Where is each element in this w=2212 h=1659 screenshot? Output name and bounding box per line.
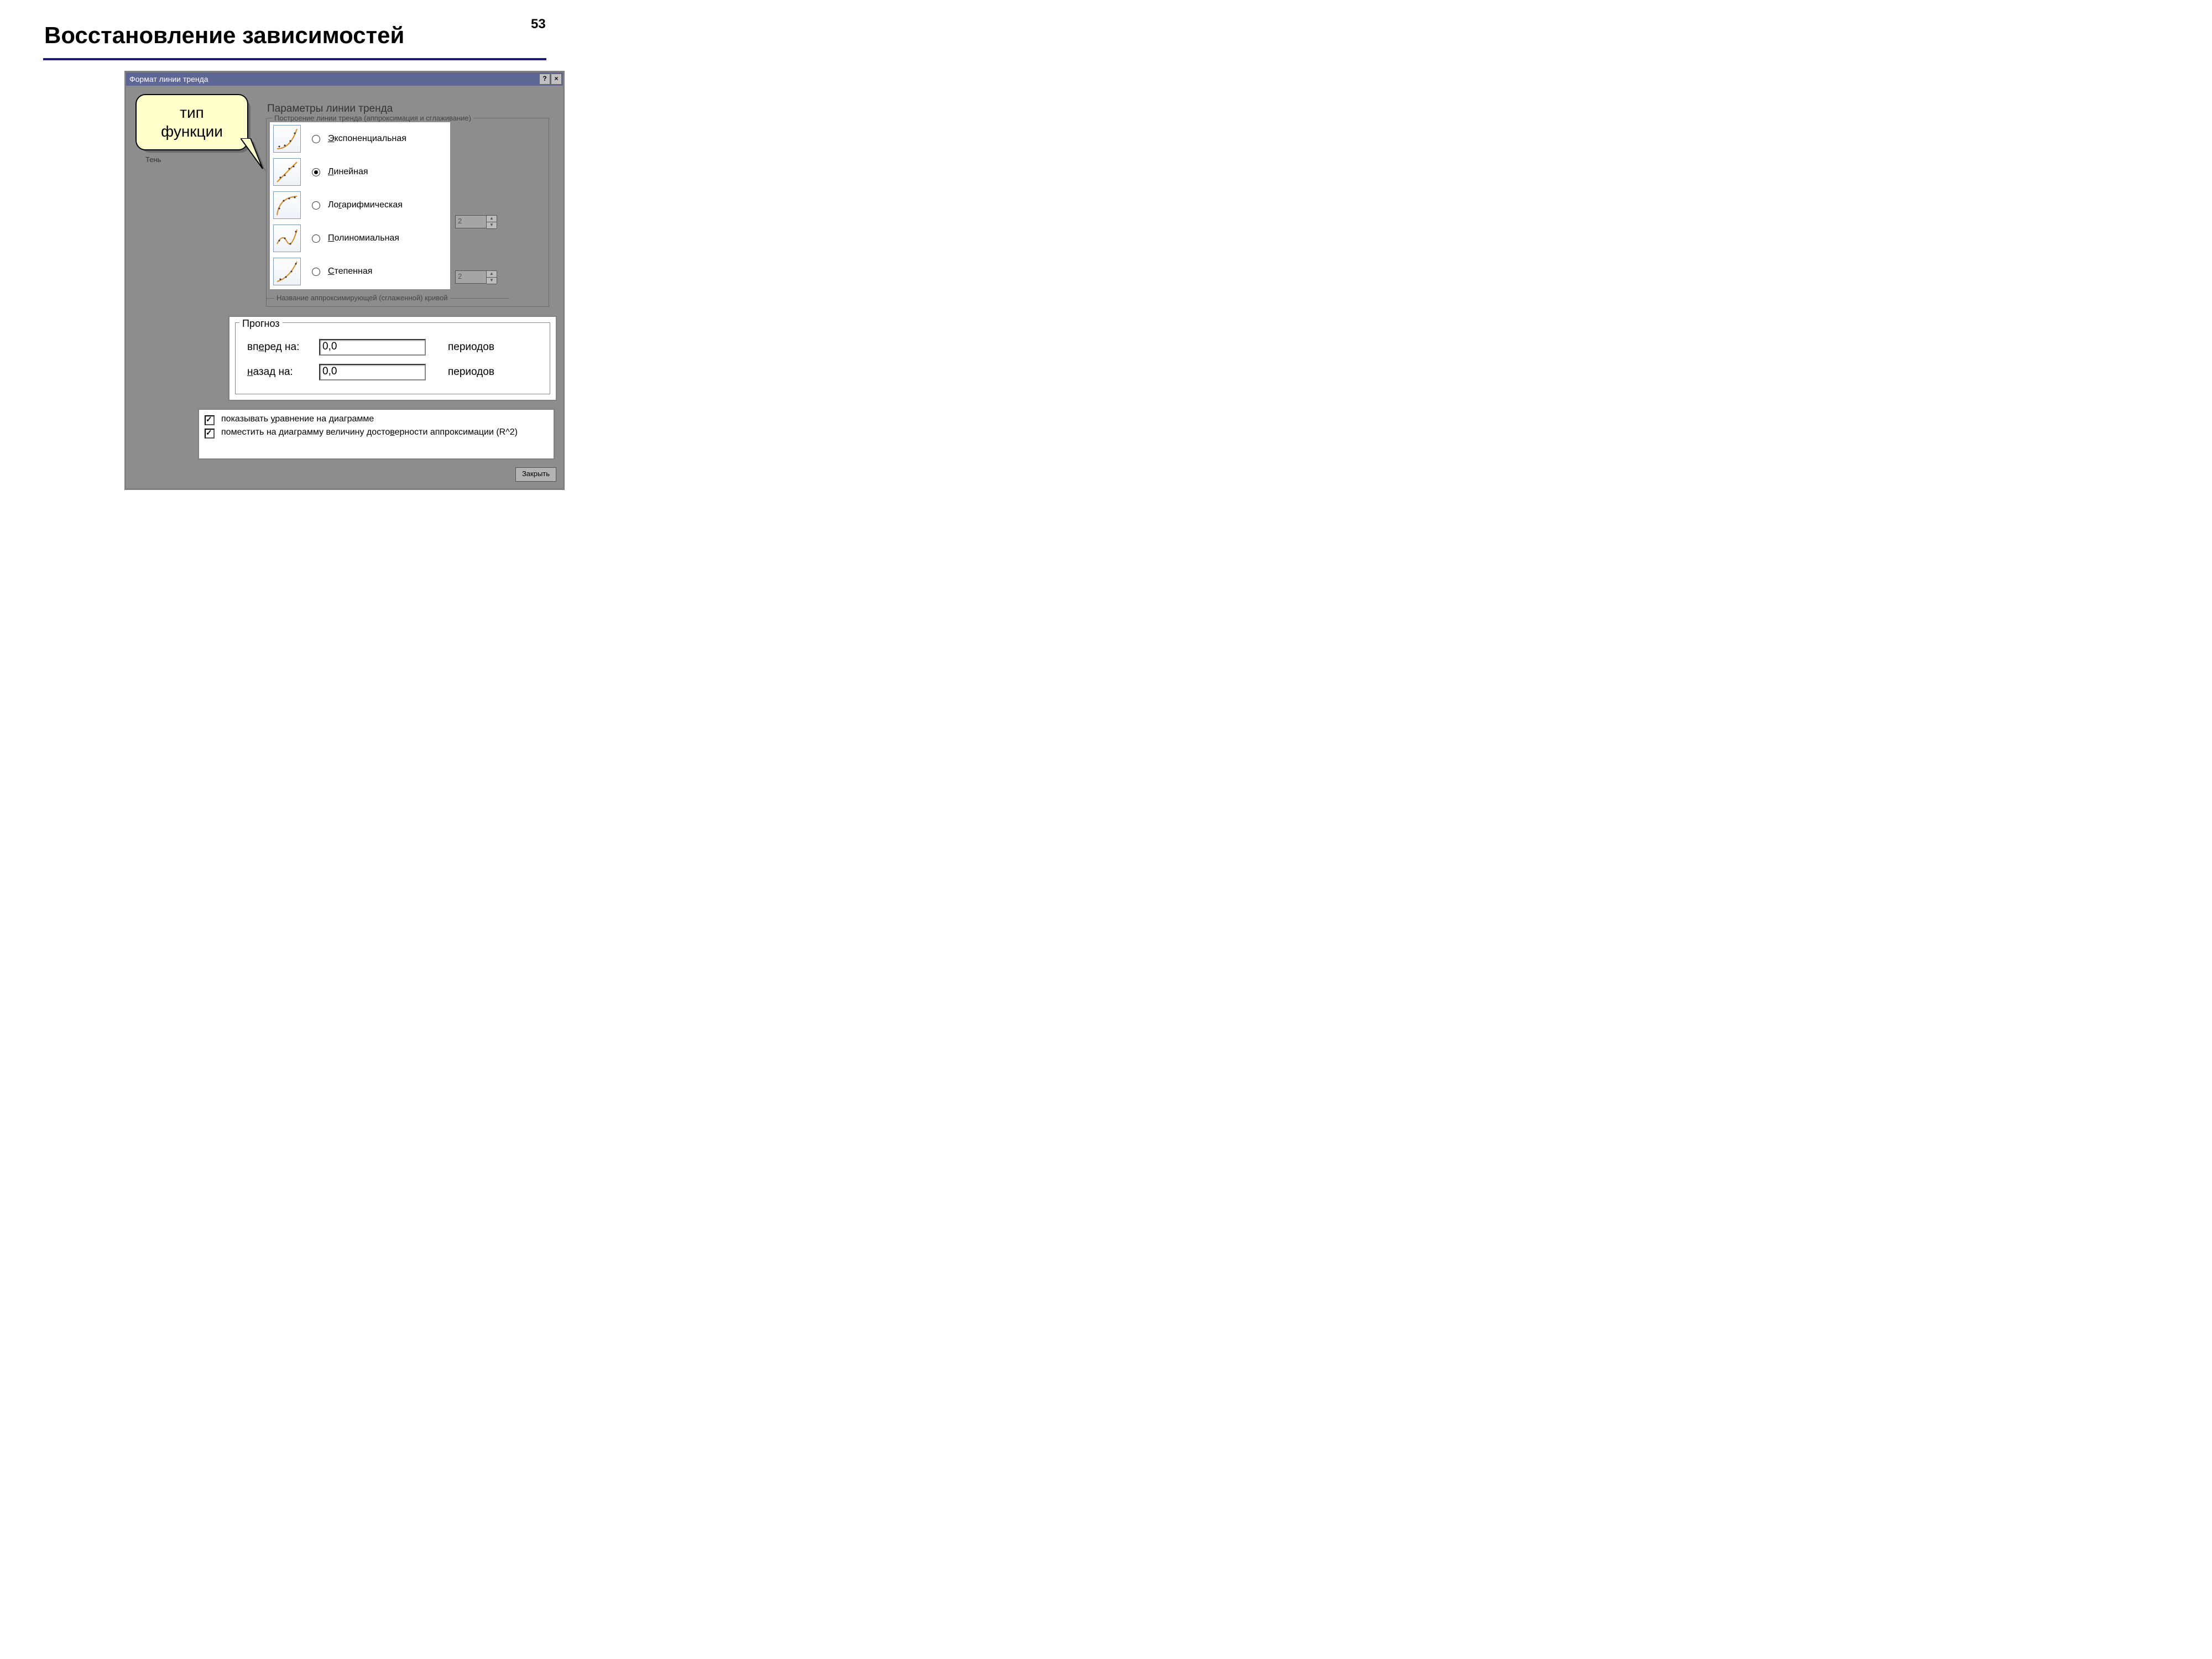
radio-power[interactable]	[312, 268, 320, 276]
trend-option-linear[interactable]: Линейная	[270, 155, 450, 189]
trend-option-polynomial[interactable]: Полиномиальная	[270, 222, 450, 255]
radio-logarithmic[interactable]	[312, 201, 320, 210]
trend-option-exponential[interactable]: Экспоненциальная	[270, 122, 450, 155]
checkbox-show-r2-label: поместить на диаграмму величину достовер…	[221, 427, 518, 437]
forecast-legend: Прогноз	[239, 318, 283, 330]
forecast-forward-label: вперед на:	[247, 341, 319, 353]
spinner-down-icon[interactable]: ▼	[487, 222, 497, 229]
radio-exponential[interactable]	[312, 135, 320, 143]
help-button[interactable]: ?	[539, 74, 550, 85]
dialog-titlebar[interactable]: Формат линии тренда ? ×	[126, 72, 563, 86]
forecast-forward-input[interactable]: 0,0	[319, 339, 426, 356]
curve-name-group-legend: Название аппроксимирующей (сглаженной) к…	[274, 294, 450, 302]
spinner-value: 2	[458, 217, 462, 225]
checkbox-show-equation[interactable]	[205, 415, 215, 425]
checkbox-show-r2[interactable]	[205, 429, 215, 439]
title-divider	[43, 58, 546, 60]
forecast-back-label: назад на:	[247, 366, 319, 378]
trend-label-power: Степенная	[328, 267, 372, 276]
radio-linear[interactable]	[312, 168, 320, 176]
close-button[interactable]: Закрыть	[515, 467, 556, 482]
callout-line2: функции	[137, 122, 247, 141]
trend-label-polynomial: Полиномиальная	[328, 233, 399, 243]
dialog-title: Формат линии тренда	[129, 75, 208, 84]
callout-line1: тип	[137, 103, 247, 122]
sidebar-item-shadow[interactable]: Тень	[145, 155, 161, 164]
page-number: 53	[531, 17, 546, 32]
trend-option-power[interactable]: Степенная	[270, 255, 450, 288]
slide-title: Восстановление зависимостей	[44, 22, 404, 49]
logarithmic-curve-icon	[273, 191, 301, 219]
callout-function-type: тип функции	[135, 94, 248, 150]
trend-type-group-legend: Построение линии тренда (аппроксимация и…	[272, 114, 473, 122]
params-panel-title: Параметры линии тренда	[267, 103, 393, 115]
checkbox-show-equation-label: показывать уравнение на диаграмме	[221, 414, 374, 424]
spinner-up-icon[interactable]: ▲	[487, 216, 497, 222]
trend-label-exponential: Экспоненциальная	[328, 134, 406, 144]
power-spinner[interactable]: 2 ▲▼	[455, 270, 497, 284]
forecast-back-unit: периодов	[448, 366, 494, 378]
forecast-back-input[interactable]: 0,0	[319, 364, 426, 380]
trend-type-panel: Экспоненциальная Линейная Логарифмическа…	[270, 122, 450, 289]
power-curve-icon	[273, 258, 301, 285]
spinner-value: 2	[458, 272, 462, 280]
spinner-down-icon[interactable]: ▼	[487, 278, 497, 284]
trend-label-linear: Линейная	[328, 167, 368, 177]
radio-polynomial[interactable]	[312, 234, 320, 243]
forecast-forward-unit: периодов	[448, 341, 494, 353]
trend-option-logarithmic[interactable]: Логарифмическая	[270, 189, 450, 222]
options-panel: показывать уравнение на диаграмме помест…	[198, 409, 555, 460]
spinner-up-icon[interactable]: ▲	[487, 271, 497, 278]
close-x-button[interactable]: ×	[551, 74, 562, 85]
polynomial-curve-icon	[273, 225, 301, 252]
callout-tail-icon	[241, 138, 279, 177]
trend-label-logarithmic: Логарифмическая	[328, 200, 403, 210]
poly-degree-spinner[interactable]: 2 ▲▼	[455, 215, 497, 228]
forecast-panel: Прогноз вперед на: 0,0 периодов назад на…	[228, 316, 557, 401]
